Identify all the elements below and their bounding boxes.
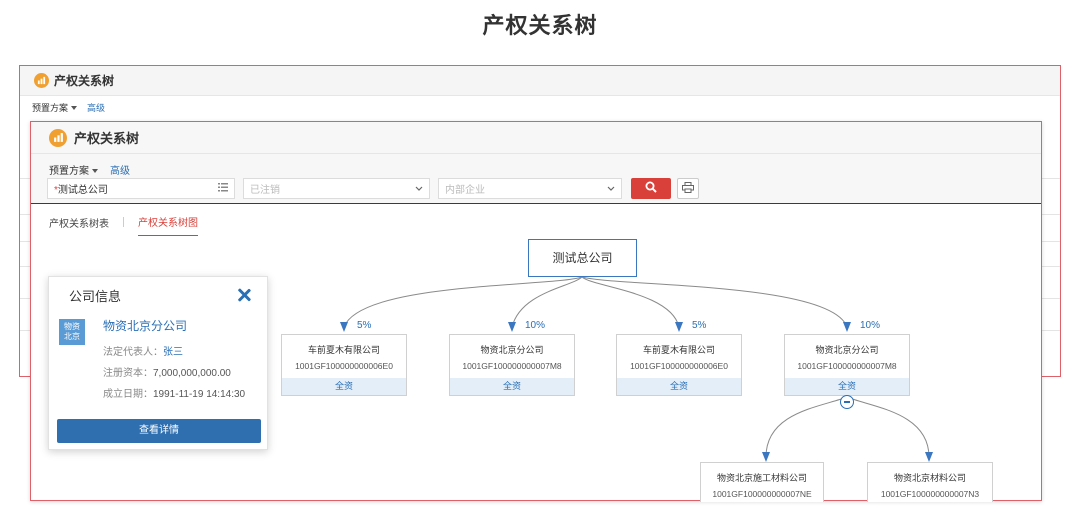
arrow-head bbox=[508, 322, 516, 332]
bg-titlebar: 产权关系树 bbox=[20, 66, 1060, 96]
node-code: 1001GF100000000006E0 bbox=[630, 361, 728, 371]
arrow-head bbox=[675, 322, 683, 332]
legal-rep-label: 法定代表人： bbox=[103, 347, 163, 358]
connector-line bbox=[343, 276, 583, 328]
founded-label: 成立日期： bbox=[103, 389, 153, 400]
connector-line bbox=[581, 276, 848, 328]
connector-line bbox=[511, 276, 583, 328]
capital-label: 注册资本： bbox=[103, 368, 153, 379]
share-percent: 5% bbox=[692, 320, 707, 331]
badge-line: 物资 bbox=[64, 322, 80, 331]
share-percent: 10% bbox=[860, 320, 881, 331]
company-name-link[interactable]: 物资北京分公司 bbox=[103, 317, 187, 334]
arrow-head bbox=[762, 452, 770, 462]
company-node[interactable]: 物资北京材料公司 1001GF100000000007N3 bbox=[867, 462, 993, 502]
founded-value: 1991-11-19 14:14:30 bbox=[153, 389, 246, 400]
arrow-head bbox=[925, 452, 933, 462]
share-percent: 10% bbox=[525, 320, 546, 331]
bg-toolbar: 预置方案 高级 bbox=[20, 96, 1060, 118]
page-title: 产权关系树 bbox=[482, 13, 598, 38]
node-code: 1001GF100000000007M8 bbox=[462, 361, 562, 371]
company-node[interactable]: 车前夏木有限公司 1001GF100000000006E0 全资 bbox=[281, 334, 407, 396]
bg-advanced-link[interactable]: 高级 bbox=[87, 101, 105, 114]
node-name: 物资北京材料公司 bbox=[893, 473, 966, 483]
company-node[interactable]: 物资北京分公司 1001GF100000000007M8 全资 bbox=[449, 334, 575, 396]
bg-preset-dropdown[interactable]: 预置方案 bbox=[32, 101, 78, 114]
node-name: 物资北京施工材料公司 bbox=[716, 473, 807, 483]
node-footer: 全资 bbox=[282, 378, 406, 395]
connector-line bbox=[765, 396, 848, 458]
root-node[interactable]: 测试总公司 bbox=[528, 239, 637, 277]
legal-rep-row: 法定代表人：张三 bbox=[103, 343, 183, 358]
node-footer: 全资 bbox=[450, 378, 574, 395]
node-code: 1001GF100000000007NE bbox=[712, 489, 812, 499]
view-details-button[interactable]: 查看详情 bbox=[57, 419, 261, 443]
node-name: 车前夏木有限公司 bbox=[642, 345, 715, 355]
arrow-head bbox=[843, 322, 851, 332]
badge-line: 北京 bbox=[64, 332, 80, 341]
popup-title: 公司信息 bbox=[69, 288, 122, 304]
company-node[interactable]: 物资北京施工材料公司 1001GF100000000007NE bbox=[700, 462, 824, 502]
arrow-head bbox=[340, 322, 348, 332]
node-code: 1001GF100000000007M8 bbox=[797, 361, 897, 371]
founded-row: 成立日期：1991-11-19 14:14:30 bbox=[103, 385, 245, 400]
legal-rep-value[interactable]: 张三 bbox=[163, 347, 183, 358]
node-name: 物资北京分公司 bbox=[815, 345, 879, 355]
chevron-down-icon bbox=[71, 106, 78, 111]
company-info-popup: 公司信息 物资 北京 物资北京分公司 法定代表人：张三 注册资本：7,000,0… bbox=[48, 276, 268, 450]
company-badge: 物资 北京 bbox=[59, 319, 85, 345]
bg-window-title: 产权关系树 bbox=[54, 74, 115, 88]
share-percent: 5% bbox=[357, 320, 372, 331]
capital-value: 7,000,000,000.00 bbox=[153, 368, 231, 379]
company-node[interactable]: 物资北京分公司 1001GF100000000007M8 全资 bbox=[784, 334, 910, 396]
company-node[interactable]: 车前夏木有限公司 1001GF100000000006E0 全资 bbox=[616, 334, 742, 396]
capital-row: 注册资本：7,000,000,000.00 bbox=[103, 364, 231, 379]
connector-line bbox=[846, 396, 930, 458]
close-icon[interactable] bbox=[237, 288, 251, 302]
node-name: 车前夏木有限公司 bbox=[307, 345, 380, 355]
collapse-icon[interactable] bbox=[840, 395, 854, 409]
popup-header: 公司信息 bbox=[49, 277, 267, 313]
node-footer: 全资 bbox=[785, 378, 909, 395]
node-name: 物资北京分公司 bbox=[480, 345, 544, 355]
node-code: 1001GF100000000006E0 bbox=[295, 361, 393, 371]
node-code: 1001GF100000000007N3 bbox=[880, 489, 980, 499]
node-footer: 全资 bbox=[617, 378, 741, 395]
chart-icon bbox=[34, 73, 49, 88]
